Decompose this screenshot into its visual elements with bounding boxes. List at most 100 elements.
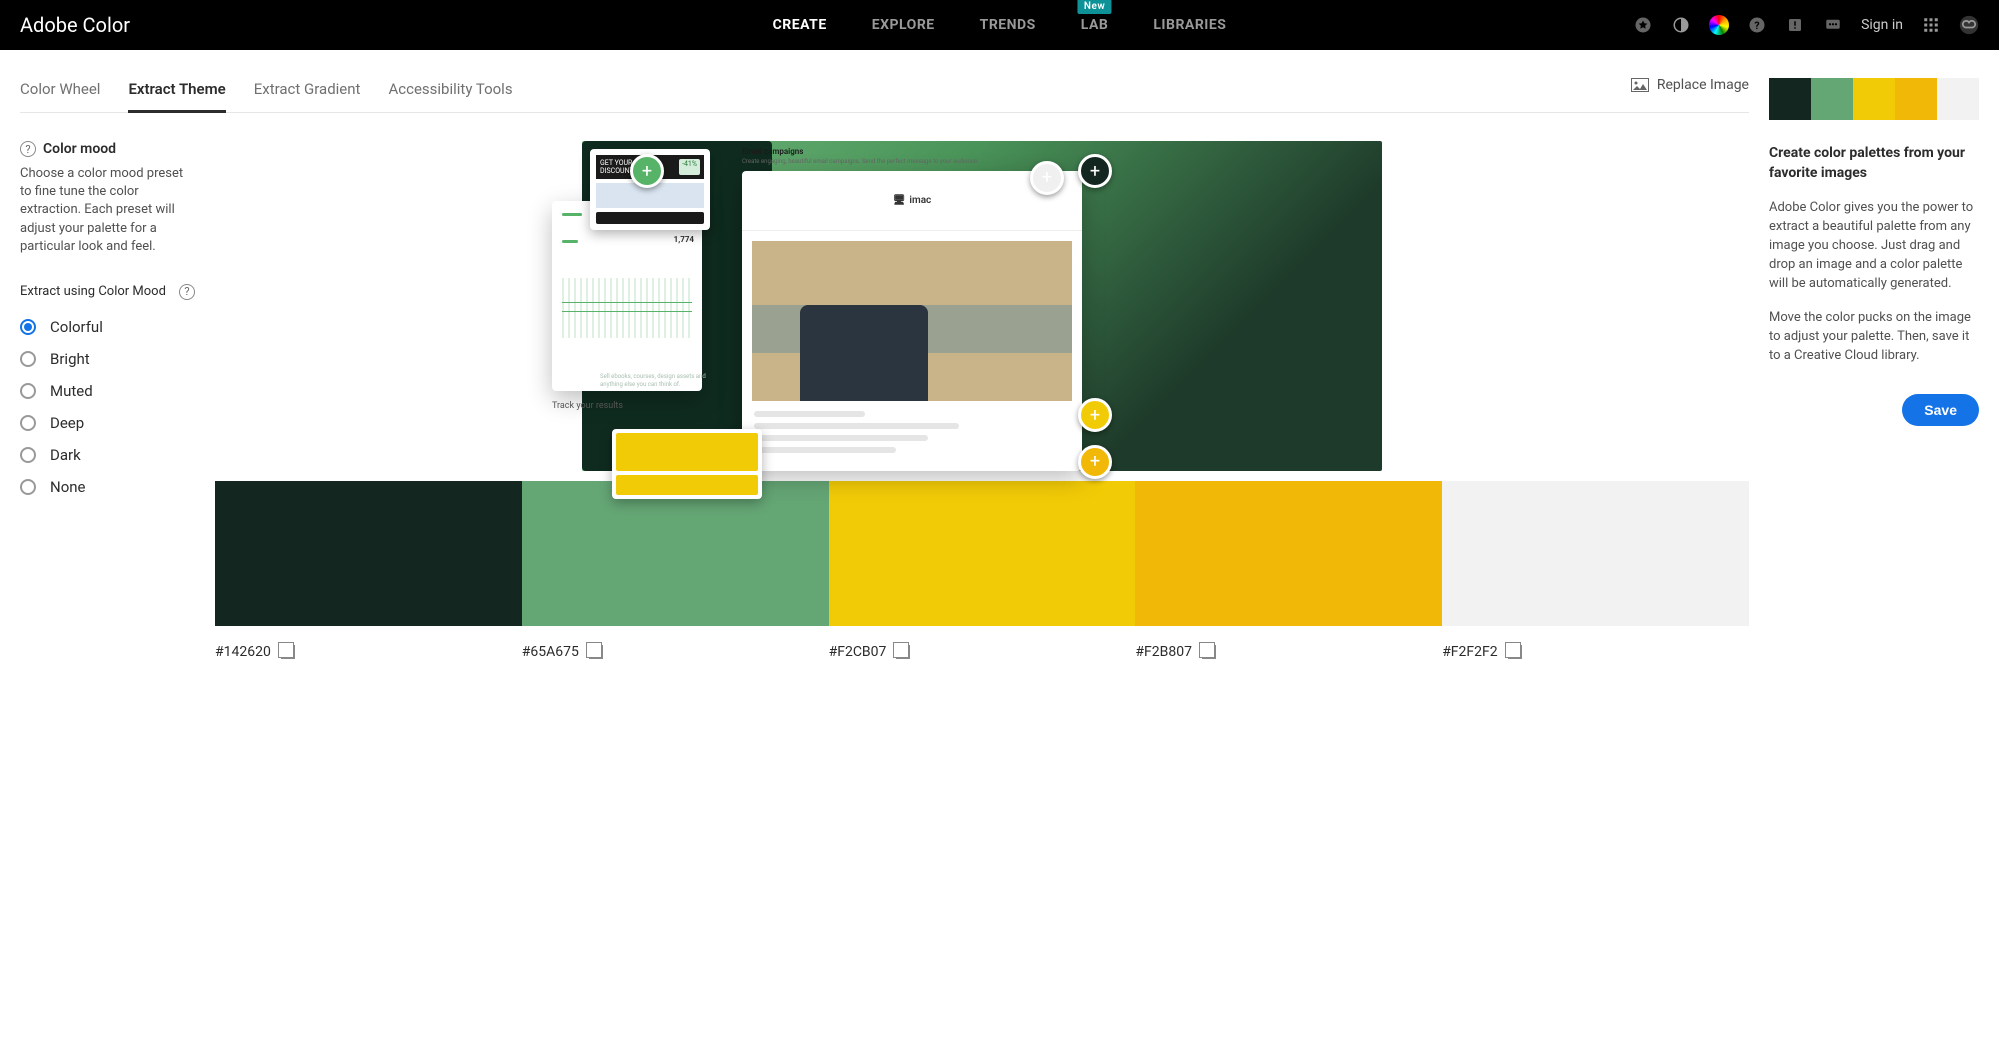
swatch-0[interactable] (215, 481, 522, 626)
mood-option-dark[interactable]: Dark (20, 446, 195, 464)
star-icon[interactable] (1633, 15, 1653, 35)
hex-cell-2: #F2CB07 (829, 644, 1136, 660)
nav-lab[interactable]: New LAB (1081, 17, 1109, 33)
image-icon (1631, 78, 1649, 92)
swatch-3[interactable] (1135, 481, 1442, 626)
left-column: Color Wheel Extract Theme Extract Gradie… (20, 50, 1749, 660)
contrast-icon[interactable] (1671, 15, 1691, 35)
cc-icon[interactable] (1959, 15, 1979, 35)
side-title: Color mood (43, 141, 116, 157)
mood-label: Colorful (50, 318, 103, 336)
app-logo[interactable]: Adobe Color (20, 13, 130, 37)
swatch-row (215, 481, 1749, 626)
rp-title: Create color palettes from your favorite… (1769, 144, 1979, 183)
mood-option-colorful[interactable]: Colorful (20, 318, 195, 336)
mock-analytics-label: Track your results (552, 401, 623, 411)
info-icon[interactable]: ? (20, 141, 36, 157)
hex-cell-3: #F2B807 (1135, 644, 1442, 660)
copy-icon[interactable] (1202, 645, 1216, 659)
color-wheel-icon[interactable] (1709, 15, 1729, 35)
mood-label: Deep (50, 414, 84, 432)
sidebar: ? Color mood Choose a color mood preset … (20, 141, 195, 660)
radio-icon (20, 319, 36, 335)
mock-browser-card: 🖥 imac (742, 171, 1082, 471)
image-preview[interactable]: Email campaigns Create engaging, beautif… (582, 141, 1382, 471)
subnav-extract-gradient[interactable]: Extract Gradient (254, 68, 361, 112)
mock-stat-2: 1,774 (674, 235, 694, 244)
mood-option-bright[interactable]: Bright (20, 350, 195, 368)
hex-cell-0: #142620 (215, 644, 522, 660)
swatch-2[interactable] (829, 481, 1136, 626)
hex-value: #F2CB07 (829, 644, 887, 660)
apps-icon[interactable] (1921, 15, 1941, 35)
rp-para-2: Move the color pucks on the image to adj… (1769, 309, 1979, 366)
help-icon[interactable]: ? (179, 284, 195, 300)
mini-swatch-0[interactable] (1769, 78, 1811, 120)
topbar-right: ? Sign in (1633, 15, 1979, 35)
hex-value: #F2B807 (1135, 644, 1192, 660)
mood-label: Bright (50, 350, 90, 368)
help-icon[interactable]: ? (1747, 15, 1767, 35)
hex-row: #142620 #65A675 #F2CB07 #F2B807 #F2F2F2 (215, 644, 1749, 660)
subnav-accessibility[interactable]: Accessibility Tools (388, 68, 512, 112)
subnav-extract-theme[interactable]: Extract Theme (128, 68, 225, 112)
subnav: Color Wheel Extract Theme Extract Gradie… (20, 68, 513, 112)
mock-photo (752, 241, 1072, 401)
color-puck-1[interactable]: + (1030, 161, 1064, 195)
mock-yellow-card (612, 429, 762, 499)
mini-palette (1769, 78, 1979, 120)
color-puck-3[interactable]: + (1078, 398, 1112, 432)
sign-in-link[interactable]: Sign in (1861, 17, 1903, 33)
nav-libraries[interactable]: LIBRARIES (1153, 17, 1226, 33)
replace-image-button[interactable]: Replace Image (1631, 77, 1749, 103)
subnav-wheel[interactable]: Color Wheel (20, 68, 100, 112)
alert-icon[interactable] (1785, 15, 1805, 35)
hex-value: #65A675 (522, 644, 579, 660)
radio-icon (20, 383, 36, 399)
copy-icon[interactable] (281, 645, 295, 659)
content-row: ? Color mood Choose a color mood preset … (20, 141, 1749, 660)
mood-label: Dark (50, 446, 81, 464)
mood-label: Muted (50, 382, 93, 400)
hex-value: #142620 (215, 644, 271, 660)
copy-icon[interactable] (1508, 645, 1522, 659)
mood-option-deep[interactable]: Deep (20, 414, 195, 432)
page: Color Wheel Extract Theme Extract Gradie… (0, 50, 1999, 660)
radio-icon (20, 447, 36, 463)
center-column: Email campaigns Create engaging, beautif… (215, 141, 1749, 660)
swatch-4[interactable] (1442, 481, 1749, 626)
mini-swatch-3[interactable] (1895, 78, 1937, 120)
mood-list: Colorful Bright Muted Deep Dark None (20, 318, 195, 496)
color-puck-0[interactable]: + (630, 154, 664, 188)
mini-swatch-4[interactable] (1937, 78, 1979, 120)
nav-trends[interactable]: TRENDS (980, 17, 1036, 33)
mini-swatch-2[interactable] (1853, 78, 1895, 120)
extract-mood-label: Extract using Color Mood ? (20, 284, 195, 300)
topbar: Adobe Color CREATE EXPLORE TRENDS New LA… (0, 0, 1999, 50)
rp-para-1: Adobe Color gives you the power to extra… (1769, 199, 1979, 293)
save-button[interactable]: Save (1902, 394, 1979, 426)
copy-icon[interactable] (589, 645, 603, 659)
mood-option-muted[interactable]: Muted (20, 382, 195, 400)
hex-value: #F2F2F2 (1442, 644, 1497, 660)
hex-cell-4: #F2F2F2 (1442, 644, 1749, 660)
swatch-1[interactable] (522, 481, 829, 626)
color-puck-2[interactable]: + (1078, 154, 1112, 188)
mock-dark-sub: Sell ebooks, courses, design assets and … (600, 373, 730, 389)
mood-option-none[interactable]: None (20, 478, 195, 496)
mock-dark-heading: Sell digital products (600, 361, 671, 370)
mini-swatch-1[interactable] (1811, 78, 1853, 120)
main-nav: CREATE EXPLORE TRENDS New LAB LIBRARIES (773, 17, 1227, 33)
radio-icon (20, 479, 36, 495)
nav-explore[interactable]: EXPLORE (872, 17, 935, 33)
color-puck-4[interactable]: + (1078, 445, 1112, 479)
mock-email-text: Email campaigns Create engaging, beautif… (742, 147, 1002, 166)
nav-create[interactable]: CREATE (773, 17, 827, 33)
svg-text:?: ? (1754, 19, 1759, 32)
copy-icon[interactable] (896, 645, 910, 659)
subnav-row: Color Wheel Extract Theme Extract Gradie… (20, 68, 1749, 113)
side-title-row: ? Color mood (20, 141, 195, 157)
chat-icon[interactable] (1823, 15, 1843, 35)
side-desc: Choose a color mood preset to fine tune … (20, 165, 195, 256)
nav-lab-badge: New (1078, 0, 1111, 14)
